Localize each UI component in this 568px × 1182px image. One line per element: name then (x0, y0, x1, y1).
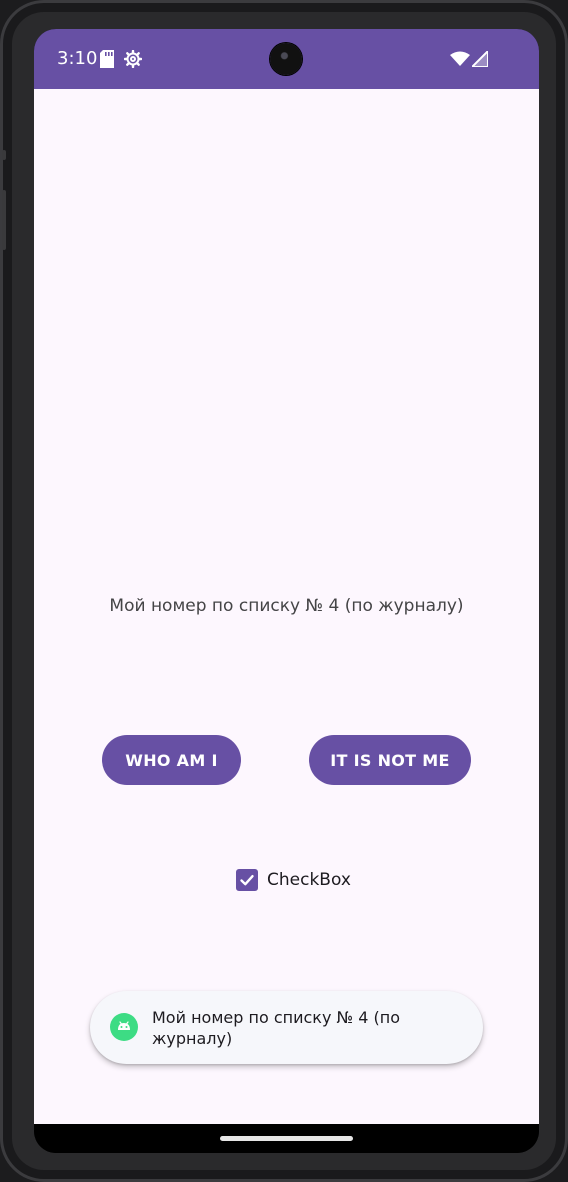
toast-message: Мой номер по списку № 4 (по журналу) (90, 991, 483, 1064)
wifi-icon (450, 51, 470, 72)
sd-card-icon (100, 50, 114, 73)
app-content: Мой номер по списку № 4 (по журналу) WHO… (34, 89, 539, 1124)
it-is-not-me-button[interactable]: IT IS NOT ME (309, 735, 471, 785)
status-time: 3:10 (57, 48, 98, 69)
number-label: Мой номер по списку № 4 (по журналу) (109, 596, 464, 616)
side-key-top (2, 150, 6, 160)
toast-text: Мой номер по списку № 4 (по журналу) (152, 1008, 400, 1048)
android-icon (110, 1013, 138, 1041)
checkbox-label: CheckBox (267, 870, 351, 890)
settings-gear-icon (123, 49, 143, 73)
home-gesture-handle[interactable] (220, 1136, 353, 1141)
checkmark-icon (240, 875, 254, 886)
status-bar: 3:10 (34, 29, 539, 89)
checkbox-row[interactable]: CheckBox (236, 868, 351, 892)
device-frame: 3:10 Мой номер по списку № 4 (по журналу… (0, 0, 568, 1182)
checkbox[interactable] (236, 869, 258, 891)
front-camera (270, 43, 302, 75)
signal-icon (469, 48, 489, 72)
who-am-i-button[interactable]: WHO AM I (102, 735, 241, 785)
navigation-bar (34, 1124, 539, 1153)
side-key-volume (2, 190, 6, 250)
device-screen: 3:10 Мой номер по списку № 4 (по журналу… (34, 29, 539, 1153)
